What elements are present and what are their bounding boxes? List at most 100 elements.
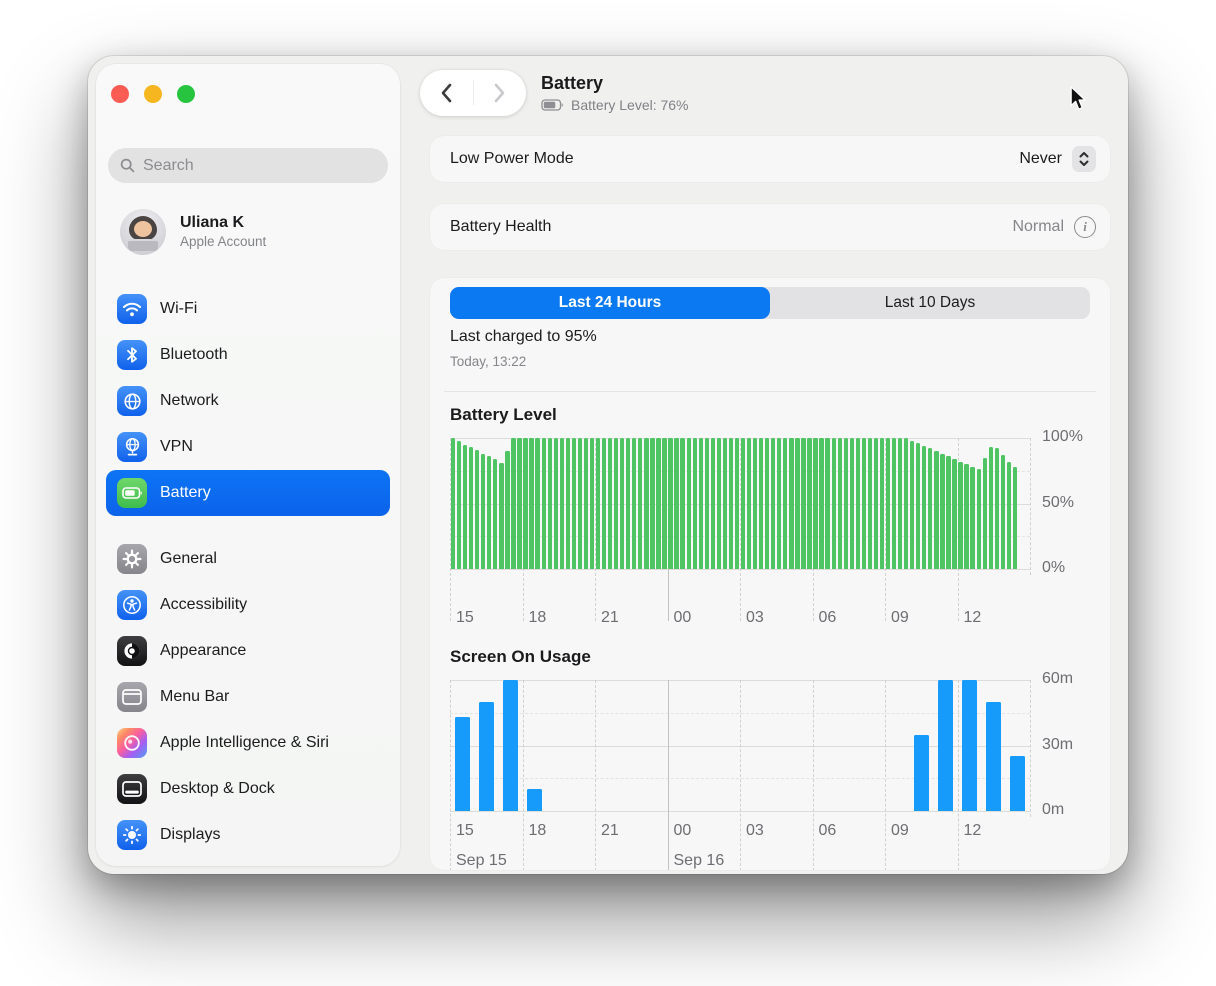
chart-bar [607,438,613,569]
chart-bar [922,445,927,569]
sidebar-item-label: Displays [160,826,221,843]
sidebar-item-battery[interactable]: Battery [106,470,390,516]
chart-bar [831,438,836,569]
chart-bar [849,438,854,569]
chart-title: Screen On Usage [450,647,591,666]
tab-last-10-days[interactable]: Last 10 Days [770,287,1090,319]
chart-bar [686,438,691,569]
sidebar-item-desktop-dock[interactable]: Desktop & Dock [106,766,390,812]
chart-bar [517,438,522,569]
chart-bar [837,438,842,569]
y-axis-tick-label: 60m [1042,670,1074,687]
chart-bar [595,438,601,569]
low-power-mode-popup-button[interactable] [1072,146,1096,172]
chevron-up-down-icon [1079,152,1089,166]
sidebar-item-menu-bar[interactable]: Menu Bar [106,674,390,720]
sidebar-item-apple-account[interactable]: Uliana K Apple Account [108,202,388,262]
chart-bar [1012,466,1018,569]
last-charged-title: Last charged to 95% [450,328,597,345]
desktop-dock-icon [117,774,147,804]
chart-bar [976,469,981,569]
chart-bar [462,444,468,569]
battery-health-label: Battery Health [450,218,552,235]
chart-bar [940,453,945,569]
x-axis-tick-label: 21 [601,822,619,839]
chart-bar [527,789,542,811]
battery-level-chart: Battery Level 15 18 21 00 03 06 09 12 100% 50% 0% [450,405,1098,643]
gridline [522,680,524,870]
chart-bar [577,438,583,569]
gridline [667,680,669,870]
bluetooth-icon [117,340,147,370]
globe-icon [117,386,147,416]
sidebar-item-appearance[interactable]: Appearance [106,628,390,674]
chart-bar [891,438,897,569]
search-field[interactable] [108,148,388,183]
chart-bar [759,438,764,569]
chart-bar [565,438,570,569]
chart-bar [1000,455,1005,569]
chart-bar [638,438,643,569]
search-input[interactable] [143,156,376,175]
chart-bar [650,438,655,569]
zoom-button[interactable] [177,85,195,103]
chart-bar [765,438,770,569]
gridline [740,680,741,870]
chart-bar [982,457,987,569]
chart-bar [795,438,800,569]
navigation-pill [420,70,526,116]
low-power-mode-label: Low Power Mode [450,150,574,167]
avatar [120,209,166,255]
sidebar-item-accessibility[interactable]: Accessibility [106,582,390,628]
chart-bar [740,438,746,569]
y-axis-tick-label: 0% [1042,559,1066,576]
close-button[interactable] [111,85,129,103]
x-axis-tick-label: 21 [601,609,619,626]
sidebar-item-bluetooth[interactable]: Bluetooth [106,332,390,378]
chart-bar [962,680,977,811]
chart-bar [916,443,921,569]
info-icon[interactable]: i [1074,216,1096,238]
chart-bar [559,438,564,569]
chart-bar [571,438,577,569]
time-range-segmented-control: Last 24 Hours Last 10 Days [450,287,1090,319]
back-button[interactable] [420,70,473,116]
chart-bar [620,438,625,569]
user-subtitle: Apple Account [180,234,267,250]
chart-bar [656,438,661,569]
chart-bar [913,734,929,811]
displays-icon [117,820,147,850]
chart-title: Battery Level [450,405,557,424]
y-axis-tick-label: 100% [1042,428,1083,445]
day-label: Sep 15 [456,852,507,869]
sidebar-item-apple-intelligence-siri[interactable]: Apple Intelligence & Siri [106,720,390,766]
chart-bar [904,438,909,569]
sidebar-item-label: Appearance [160,642,247,659]
chart-bar [819,438,824,569]
chart-bar [523,438,528,569]
forward-button[interactable] [474,70,527,116]
chart-bar [746,438,752,569]
sidebar-item-displays[interactable]: Displays [106,812,390,858]
sidebar-item-label: VPN [160,438,193,455]
x-axis-tick-label: 12 [963,609,982,626]
x-axis-tick-label: 09 [891,822,909,839]
sidebar-item-label: Apple Intelligence & Siri [160,734,329,751]
sidebar-item-general[interactable]: General [106,536,390,582]
sidebar-item-wifi[interactable]: Wi-Fi [106,286,390,332]
minimize-button[interactable] [144,85,162,103]
x-axis-tick-label: 12 [963,822,982,839]
sidebar-item-label: Battery [160,484,211,501]
chart-bar [897,438,903,569]
chart-bar [928,448,933,569]
gridline [957,680,959,870]
divider [444,391,1096,392]
sidebar-item-network[interactable]: Network [106,378,390,424]
chart-bar [825,438,830,569]
gridline [812,680,814,870]
sidebar-item-vpn[interactable]: VPN [106,424,390,470]
chart-bar [783,438,788,569]
x-axis-tick-label: 15 [456,822,474,839]
chart-bar [499,462,504,569]
tab-last-24-hours[interactable]: Last 24 Hours [450,287,770,319]
